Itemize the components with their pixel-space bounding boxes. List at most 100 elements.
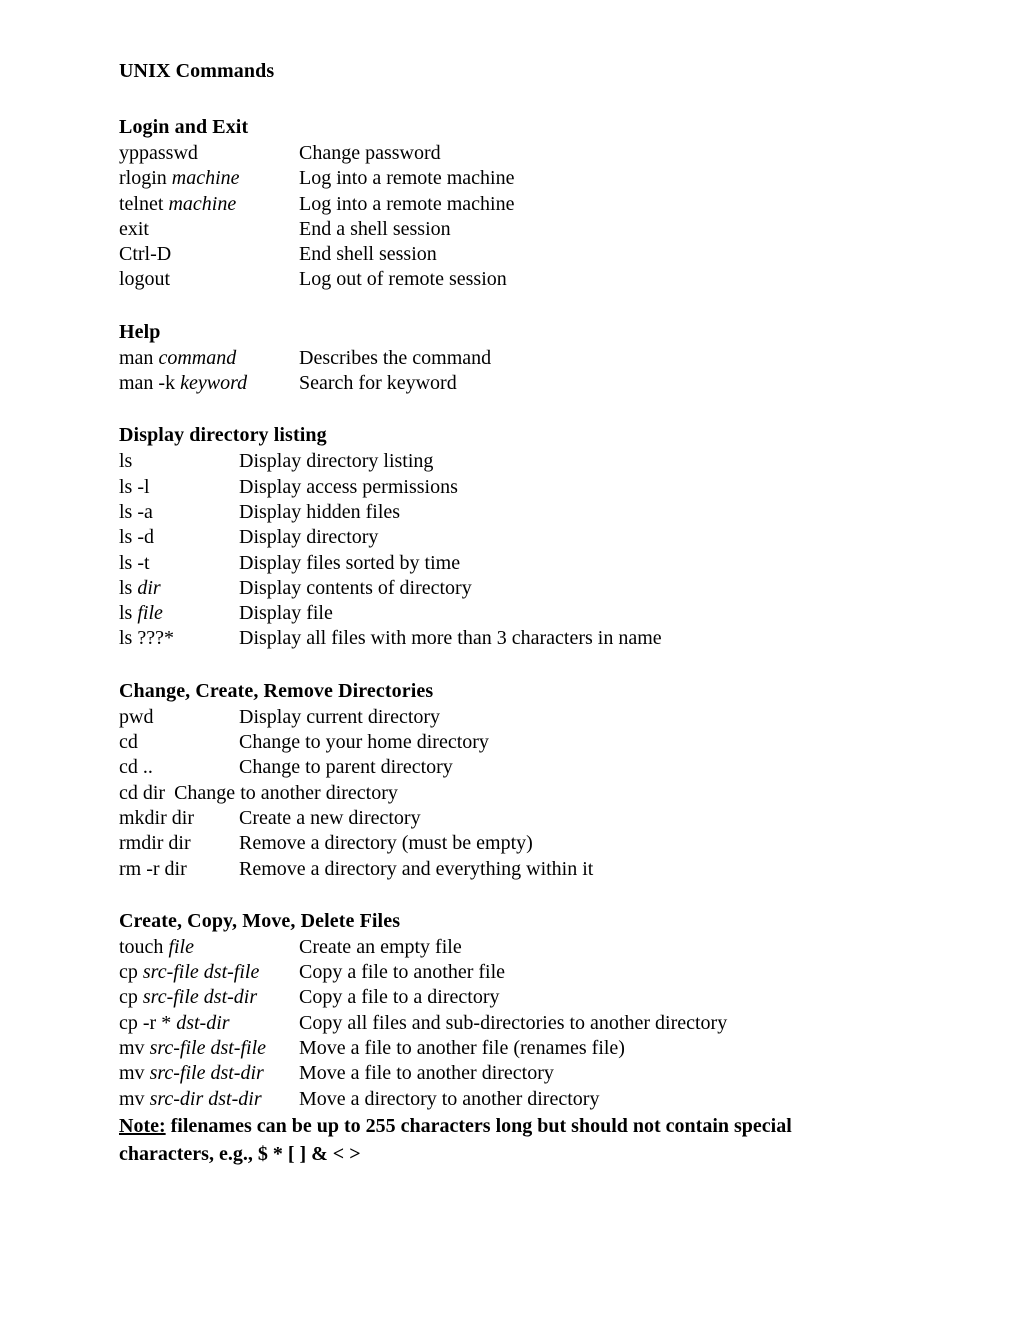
command-name: cd ..	[119, 755, 239, 780]
command-argument: src-file dst-file	[149, 1037, 267, 1060]
note-label: Note:	[119, 1114, 166, 1137]
command-name: rm -r dir	[119, 857, 239, 882]
command-section: Display directory listing ls Display direc…	[119, 422, 920, 651]
command-row: mv src-file dst-dir Move a file to anothe…	[119, 1061, 920, 1086]
command-description: Log into a remote machine	[299, 167, 515, 190]
command-row: man command Describes the command	[119, 346, 920, 371]
command-literal: mv	[119, 1037, 150, 1060]
command-argument: src-file dst-file	[142, 961, 260, 984]
command-name: man command	[119, 346, 299, 371]
command-name: rmdir dir	[119, 831, 239, 856]
command-description: Search for keyword	[299, 372, 457, 395]
command-row: man -k keyword Search for keyword	[119, 371, 920, 396]
command-row: Ctrl-D End shell session	[119, 242, 920, 267]
command-row: cd .. Change to parent directory	[119, 755, 920, 780]
command-description: End shell session	[299, 243, 437, 266]
command-argument: src-file dst-dir	[149, 1062, 264, 1085]
command-description: Move a directory to another directory	[299, 1087, 600, 1110]
command-literal: cp	[119, 986, 143, 1009]
command-description: End a shell session	[299, 217, 451, 240]
command-argument: command	[158, 346, 237, 369]
command-literal: cd	[119, 731, 138, 754]
command-description: Log into a remote machine	[299, 192, 515, 215]
command-literal: telnet	[119, 192, 169, 215]
command-description: Change to another directory	[174, 781, 398, 804]
command-description: Create an empty file	[299, 935, 462, 958]
command-literal: pwd	[119, 705, 154, 728]
command-literal: man -k	[119, 372, 181, 395]
command-description: Log out of remote session	[299, 268, 507, 291]
command-description: Display hidden files	[239, 500, 401, 523]
command-row: cd dir Change to another directory	[119, 781, 920, 806]
command-literal: mv	[119, 1062, 150, 1085]
command-description: Create a new directory	[239, 806, 421, 829]
command-row: telnet machine Log into a remote machine	[119, 192, 920, 217]
command-row: mkdir dir Create a new directory	[119, 806, 920, 831]
command-row: ls -d Display directory	[119, 525, 920, 550]
command-description: Copy all files and sub-directories to an…	[299, 1011, 728, 1034]
command-literal: cp -r *	[119, 1011, 177, 1034]
command-literal: ls -d	[119, 526, 154, 549]
command-literal: rlogin	[119, 167, 172, 190]
command-description: Display directory	[239, 526, 379, 549]
command-argument: file	[137, 602, 163, 625]
command-description: Remove a directory (must be empty)	[239, 832, 533, 855]
command-description: Display contents of directory	[239, 576, 472, 599]
command-name: cp src-file dst-dir	[119, 985, 299, 1010]
command-literal: Ctrl-D	[119, 243, 172, 266]
command-name: mv src-dir dst-dir	[119, 1087, 299, 1112]
command-name: mkdir dir	[119, 806, 239, 831]
command-literal: logout	[119, 268, 171, 291]
command-description: Display access permissions	[239, 475, 458, 498]
sections-container: Login and Exit yppasswd Change password rlo…	[119, 114, 920, 1112]
command-row: mv src-file dst-file Move a file to anoth…	[119, 1036, 920, 1061]
command-name: Ctrl-D	[119, 242, 299, 267]
command-name: man -k keyword	[119, 371, 299, 396]
command-literal: man	[119, 346, 159, 369]
document-page: UNIX Commands Login and Exit yppasswd Chan…	[0, 0, 1020, 1320]
command-literal: ls	[119, 576, 138, 599]
command-row: mv src-dir dst-dir Move a directory to an…	[119, 1087, 920, 1112]
section-heading: Display directory listing	[119, 424, 327, 447]
command-name: ls -d	[119, 525, 239, 550]
command-row: ls -l Display access permissions	[119, 475, 920, 500]
command-description: Display file	[239, 602, 333, 625]
command-row: touch file Create an empty file	[119, 935, 920, 960]
command-row: ls ???* Display all files with more than …	[119, 626, 920, 651]
command-argument: dst-dir	[176, 1011, 230, 1034]
command-literal: ls ???*	[119, 627, 174, 650]
command-row: yppasswd Change password	[119, 141, 920, 166]
command-literal: mkdir dir	[119, 806, 194, 829]
command-literal: cd dir	[119, 781, 166, 804]
command-literal: ls -l	[119, 475, 150, 498]
command-description: Move a file to another directory	[299, 1062, 554, 1085]
section-heading: Login and Exit	[119, 116, 249, 138]
command-argument: dir	[137, 576, 161, 599]
command-row: logout Log out of remote session	[119, 267, 920, 292]
command-name: rlogin machine	[119, 166, 299, 191]
command-name: ls ???*	[119, 626, 239, 651]
command-description: Move a file to another file (renames fil…	[299, 1037, 625, 1060]
command-section: Change, Create, Remove Directories pwd Dis…	[119, 678, 920, 882]
command-row: ls file Display file	[119, 601, 920, 626]
command-row: cp -r * dst-dir Copy all files and sub-di…	[119, 1011, 920, 1036]
command-name: mv src-file dst-file	[119, 1036, 299, 1061]
command-name: ls -a	[119, 500, 239, 525]
command-name: ls -l	[119, 475, 239, 500]
command-description: Change to your home directory	[239, 731, 489, 754]
command-argument: keyword	[180, 372, 248, 395]
section-heading: Create, Copy, Move, Delete Files	[119, 909, 401, 932]
command-name: ls	[119, 449, 239, 474]
command-row: cp src-file dst-dir Copy a file to a dire…	[119, 985, 920, 1010]
command-literal: cd ..	[119, 756, 153, 779]
command-name: telnet machine	[119, 192, 299, 217]
command-description: Display all files with more than 3 chara…	[239, 627, 662, 650]
command-literal: ls -a	[119, 500, 153, 523]
command-literal: mv	[119, 1087, 150, 1110]
command-literal: ls	[119, 450, 133, 473]
command-row: cd Change to your home directory	[119, 730, 920, 755]
command-row: ls -a Display hidden files	[119, 500, 920, 525]
command-description: Display current directory	[239, 705, 441, 728]
command-literal: rm -r dir	[119, 857, 187, 880]
command-literal: ls	[119, 602, 138, 625]
